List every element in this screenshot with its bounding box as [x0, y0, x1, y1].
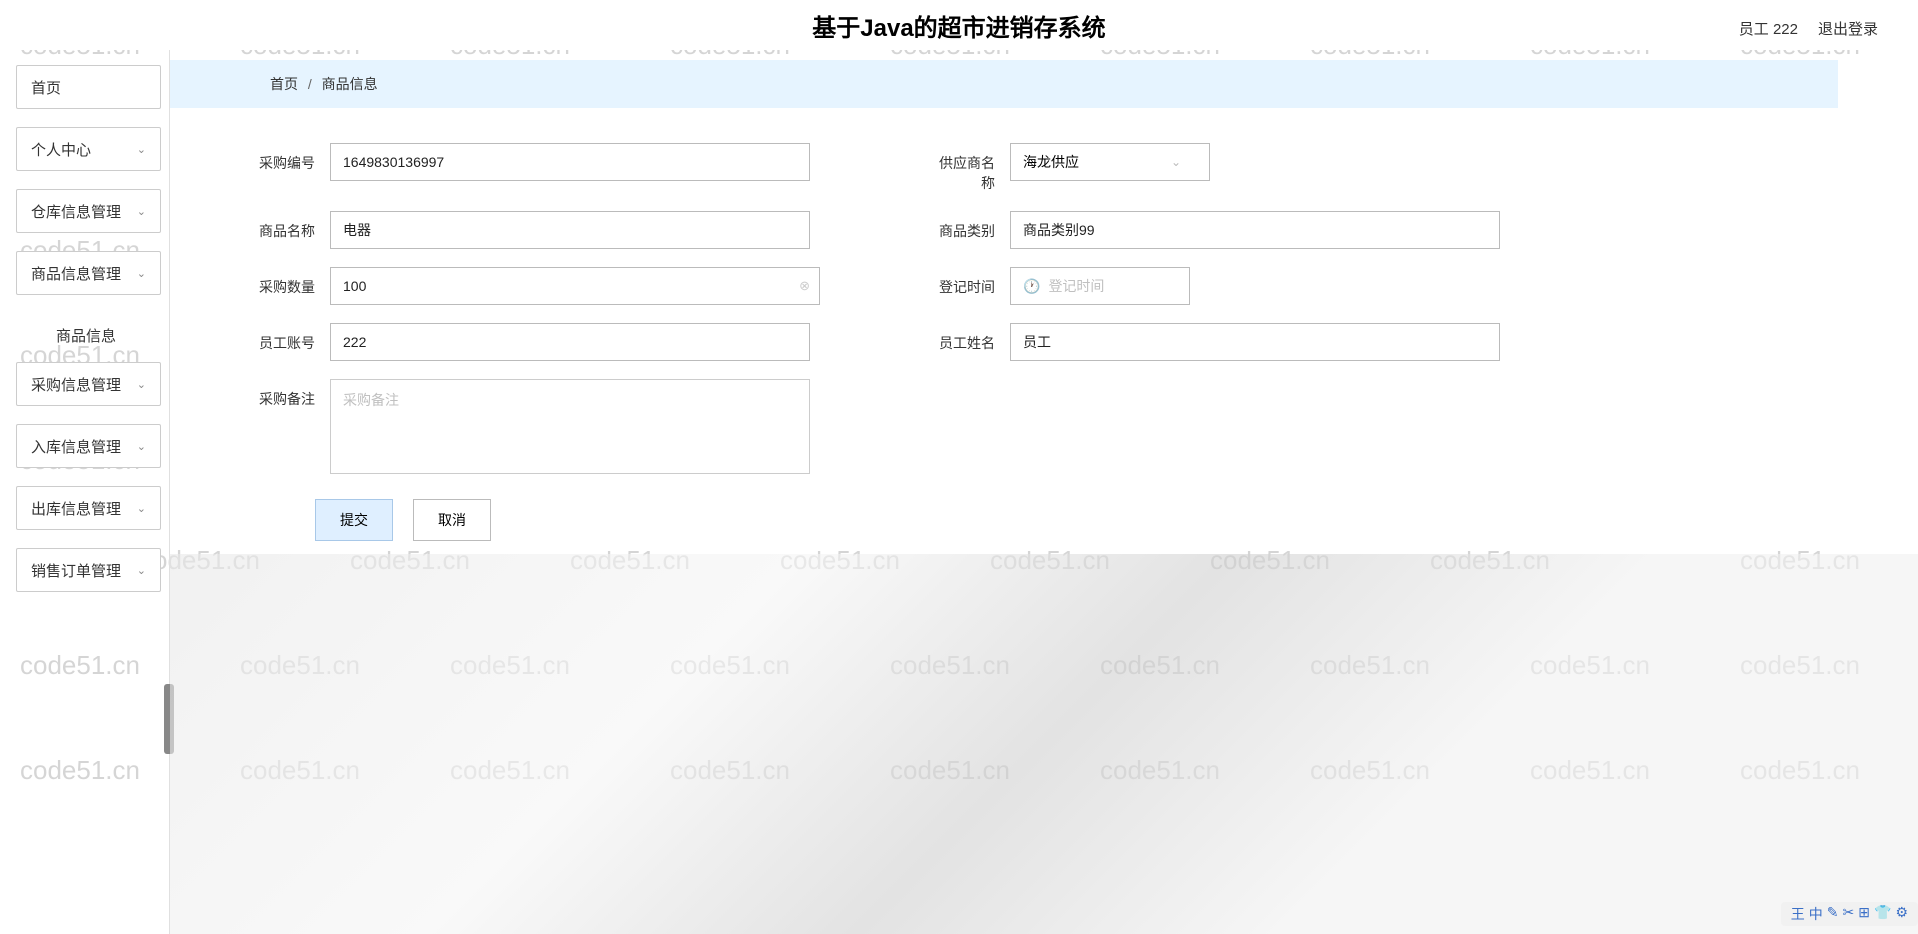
clock-icon: 🕐 — [1023, 278, 1040, 295]
chevron-down-icon: ⌄ — [137, 267, 146, 280]
label-product-name: 商品名称 — [250, 211, 330, 241]
breadcrumb-sep: / — [308, 76, 312, 92]
sidebar-item-home[interactable]: 首页 — [16, 65, 161, 109]
label-employee-account: 员工账号 — [250, 323, 330, 353]
sidebar-item-label: 出库信息管理 — [31, 498, 121, 519]
select-value: 海龙供应 — [1023, 152, 1079, 172]
clear-icon[interactable]: ⊗ — [799, 278, 810, 294]
input-purchase-quantity[interactable] — [330, 267, 820, 305]
select-supplier-name[interactable]: 海龙供应 ⌄ — [1010, 143, 1210, 181]
ime-icon[interactable]: 王 — [1791, 904, 1805, 924]
ime-icon[interactable]: 👕 — [1874, 904, 1891, 924]
sidebar-item-label: 商品信息 — [56, 325, 116, 346]
chevron-down-icon: ⌄ — [137, 205, 146, 218]
sidebar-item-label: 商品信息管理 — [31, 263, 121, 284]
label-product-category: 商品类别 — [930, 211, 1010, 241]
sidebar-item-purchase[interactable]: 采购信息管理 ⌄ — [16, 362, 161, 406]
sidebar-item-label: 首页 — [31, 77, 61, 98]
ime-taskbar: 王 中 ✎ ✂ ⊞ 👕 ⚙ — [1781, 902, 1918, 926]
label-purchase-remark: 采购备注 — [250, 379, 330, 409]
sidebar-item-warehouse[interactable]: 仓库信息管理 ⌄ — [16, 189, 161, 233]
breadcrumb: 首页 / 商品信息 — [170, 60, 1838, 108]
sidebar-item-personal[interactable]: 个人中心 ⌄ — [16, 127, 161, 171]
label-supplier-name: 供应商名称 — [930, 143, 1010, 193]
label-purchase-quantity: 采购数量 — [250, 267, 330, 297]
sidebar-item-product-mgmt[interactable]: 商品信息管理 ⌄ — [16, 251, 161, 295]
form-panel: 采购编号 供应商名称 海龙供应 ⌄ 商品名称 — [250, 133, 1878, 551]
input-product-name[interactable] — [330, 211, 810, 249]
date-placeholder: 登记时间 — [1048, 276, 1104, 296]
ime-icon[interactable]: ⊞ — [1858, 904, 1870, 924]
sidebar-item-sales[interactable]: 销售订单管理 ⌄ — [16, 548, 161, 592]
breadcrumb-current: 商品信息 — [322, 76, 378, 92]
ime-icon[interactable]: 中 — [1809, 904, 1823, 924]
sidebar-item-label: 入库信息管理 — [31, 436, 121, 457]
label-purchase-number: 采购编号 — [250, 143, 330, 173]
input-purchase-number[interactable] — [330, 143, 810, 181]
sidebar-item-label: 个人中心 — [31, 139, 91, 160]
textarea-purchase-remark[interactable] — [330, 379, 810, 474]
header-user[interactable]: 员工 222 — [1739, 18, 1798, 39]
sidebar: 首页 个人中心 ⌄ 仓库信息管理 ⌄ 商品信息管理 ⌄ 商品信息 采购信息管理 … — [0, 50, 170, 934]
logout-link[interactable]: 退出登录 — [1818, 18, 1878, 39]
input-employee-account[interactable] — [330, 323, 810, 361]
ime-icon[interactable]: ✂ — [1843, 904, 1855, 924]
sidebar-item-label: 销售订单管理 — [31, 560, 121, 581]
cancel-button[interactable]: 取消 — [413, 499, 491, 541]
input-employee-name[interactable] — [1010, 323, 1500, 361]
chevron-down-icon: ⌄ — [137, 564, 146, 577]
chevron-down-icon: ⌄ — [137, 378, 146, 391]
main-content: 首页 / 商品信息 采购编号 供应商名称 海龙供应 ⌄ — [170, 50, 1918, 934]
chevron-down-icon: ⌄ — [137, 440, 146, 453]
sidebar-item-product-info[interactable]: 商品信息 — [16, 313, 161, 357]
sidebar-item-label: 仓库信息管理 — [31, 201, 121, 222]
header: 基于Java的超市进销存系统 员工 222 退出登录 — [0, 0, 1918, 50]
background-image — [170, 554, 1918, 934]
input-register-time[interactable]: 🕐 登记时间 — [1010, 267, 1190, 305]
chevron-down-icon: ⌄ — [1171, 155, 1181, 169]
sidebar-item-outbound[interactable]: 出库信息管理 ⌄ — [16, 486, 161, 530]
chevron-down-icon: ⌄ — [137, 143, 146, 156]
ime-icon[interactable]: ⚙ — [1895, 904, 1908, 924]
chevron-down-icon: ⌄ — [137, 502, 146, 515]
submit-button[interactable]: 提交 — [315, 499, 393, 541]
breadcrumb-home[interactable]: 首页 — [270, 76, 298, 92]
label-employee-name: 员工姓名 — [930, 323, 1010, 353]
sidebar-item-inbound[interactable]: 入库信息管理 ⌄ — [16, 424, 161, 468]
ime-icon[interactable]: ✎ — [1827, 904, 1839, 924]
sidebar-item-label: 采购信息管理 — [31, 374, 121, 395]
input-product-category[interactable] — [1010, 211, 1500, 249]
label-register-time: 登记时间 — [930, 267, 1010, 297]
app-title: 基于Java的超市进销存系统 — [812, 8, 1105, 43]
